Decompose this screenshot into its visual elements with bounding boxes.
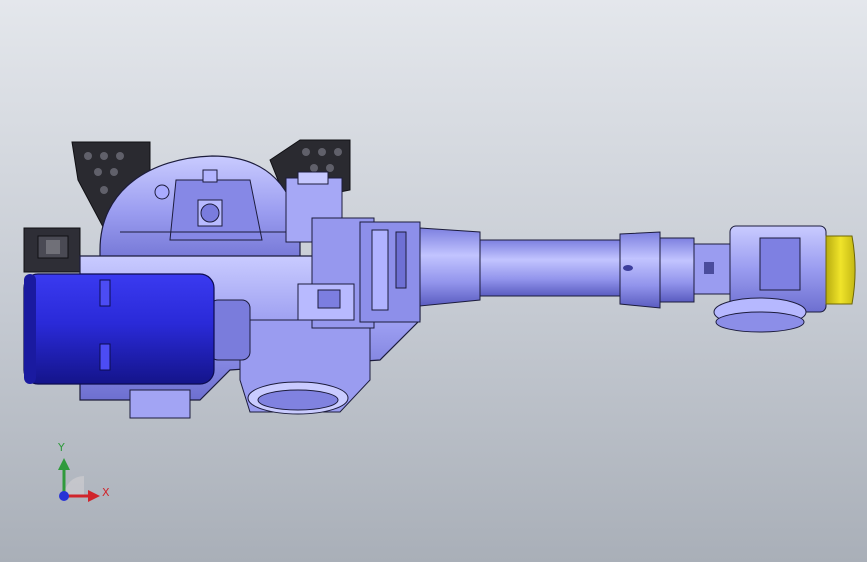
blue-servo-motor[interactable] <box>23 273 215 385</box>
y-axis-label: Y <box>58 441 65 454</box>
connector-box[interactable] <box>23 227 81 273</box>
wrist-assembly[interactable] <box>693 225 827 333</box>
robot-arm-model[interactable] <box>0 0 867 562</box>
cad-viewport[interactable]: Y X <box>0 0 867 562</box>
coordinate-triad-icon <box>58 458 100 502</box>
elbow-gearbox[interactable] <box>285 171 421 329</box>
tool-flange[interactable] <box>825 235 856 305</box>
forearm-tube[interactable] <box>419 227 695 309</box>
x-axis-label: X <box>102 486 110 499</box>
